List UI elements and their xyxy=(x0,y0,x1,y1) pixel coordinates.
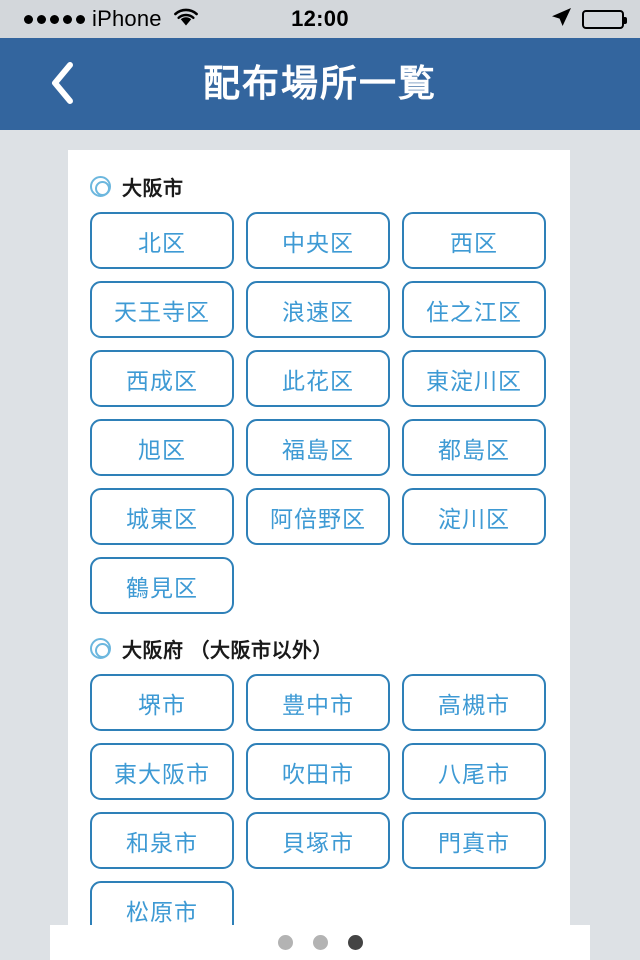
area-button[interactable]: 住之江区 xyxy=(402,281,546,338)
section-title: 大阪市 xyxy=(122,177,184,200)
area-button[interactable]: 阿倍野区 xyxy=(246,488,390,545)
area-button[interactable]: 吹田市 xyxy=(246,743,390,800)
location-arrow-icon xyxy=(549,5,573,34)
double-circle-icon xyxy=(90,637,111,659)
section-header-osaka-city: 大阪市 xyxy=(90,172,570,200)
page-dot-active[interactable] xyxy=(347,935,363,950)
area-button[interactable]: 豊中市 xyxy=(246,674,390,731)
area-button[interactable]: 旭区 xyxy=(90,419,234,476)
area-button[interactable]: 城東区 xyxy=(90,488,234,545)
area-button[interactable]: 東大阪市 xyxy=(90,743,234,800)
content-card: 大阪市 北区 中央区 西区天王寺区 浪速区 住之江区西成区 此花区 東淀川区旭区 福島区 都島区… xyxy=(68,150,570,938)
page-indicator xyxy=(50,925,590,960)
area-button[interactable]: 此花区 xyxy=(246,350,390,407)
phone-screen: iPhone 12:00 配布場所一覧 大阪市 北区 中央区 西区 天王寺区 浪… xyxy=(0,0,640,960)
area-button[interactable]: 堺市 xyxy=(90,674,234,731)
area-button[interactable]: 中央区 xyxy=(246,212,390,269)
area-button[interactable]: 福島区 xyxy=(246,419,390,476)
status-bar-clock: 12:00 xyxy=(291,6,349,31)
section-title: 大阪府 （大阪市以外） xyxy=(122,639,334,662)
area-button[interactable]: 浪速区 xyxy=(246,281,390,338)
area-button[interactable]: 都島区 xyxy=(402,419,546,476)
page-title: 配布場所一覧 xyxy=(203,63,437,104)
area-sections: 大阪市 北区 中央区 西区天王寺区 浪速区 住之江区西成区 此花区 東淀川区旭区 福島区 都島区… xyxy=(68,150,570,938)
area-button[interactable]: 門真市 xyxy=(402,812,546,869)
area-button[interactable]: 西区 xyxy=(402,212,546,269)
status-bar: iPhone 12:00 xyxy=(0,0,640,38)
battery-full-icon xyxy=(582,9,627,29)
area-button[interactable]: 八尾市 xyxy=(402,743,546,800)
area-button[interactable]: 高槻市 xyxy=(402,674,546,731)
area-button-grid-osaka-prefecture: 堺市 豊中市 高槻市 東大阪市 吹田市 八尾市 和泉市 貝塚市 門真市 松原市 xyxy=(90,674,546,938)
area-button[interactable]: 貝塚市 xyxy=(246,812,390,869)
page-dot[interactable] xyxy=(312,935,328,950)
area-button[interactable]: 鶴見区 xyxy=(90,557,234,614)
area-button[interactable]: 淀川区 xyxy=(402,488,546,545)
status-bar-right xyxy=(549,0,627,38)
area-button[interactable]: 和泉市 xyxy=(90,812,234,869)
area-button[interactable]: 西成区 xyxy=(90,350,234,407)
double-circle-icon xyxy=(90,175,111,197)
section-header-osaka-prefecture: 大阪府 （大阪市以外） xyxy=(90,634,570,662)
navigation-bar: 配布場所一覧 xyxy=(0,38,640,130)
page-dot[interactable] xyxy=(277,935,293,950)
area-button-grid-osaka-city: 北区 中央区 西区天王寺区 浪速区 住之江区西成区 此花区 東淀川区旭区 福島区 都島区城東区阿… xyxy=(90,212,546,614)
area-button[interactable]: 東淀川区 xyxy=(402,350,546,407)
area-button[interactable]: 北区 xyxy=(90,212,234,269)
area-button[interactable]: 天王寺区 xyxy=(90,281,234,338)
